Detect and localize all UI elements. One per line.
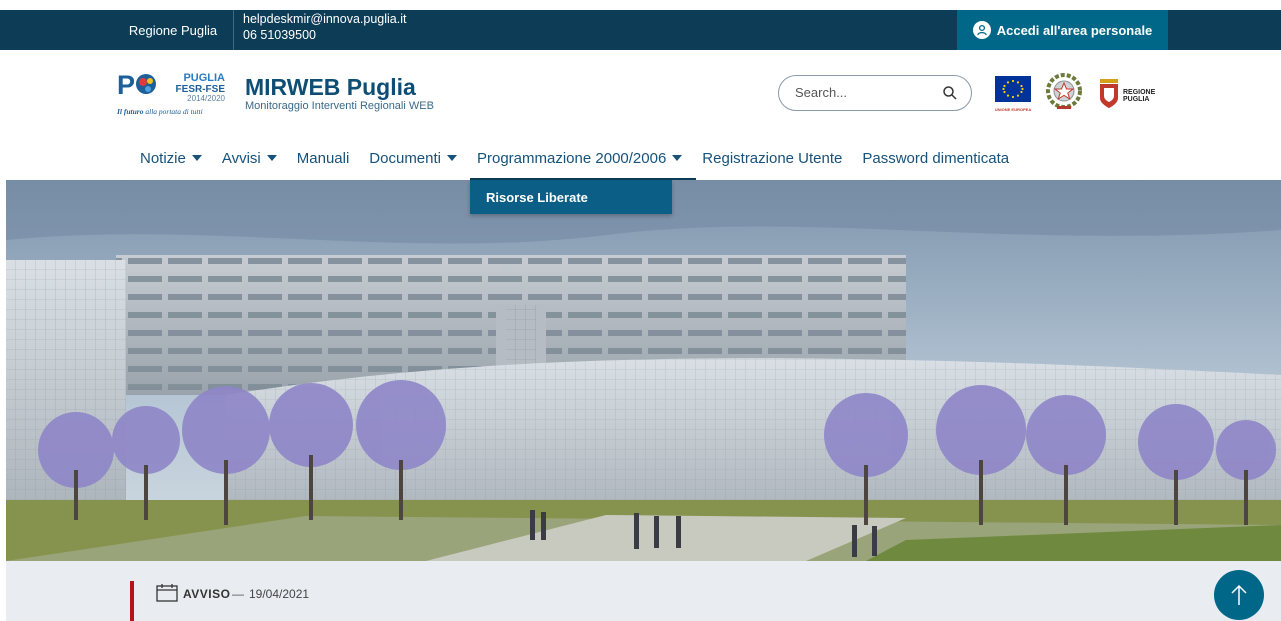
italian-republic-emblem[interactable]: [1045, 71, 1083, 113]
dropdown-item-risorse-liberate[interactable]: Risorse Liberate: [486, 190, 588, 205]
nav-item-label: Notizie: [140, 149, 186, 167]
site-subtitle: Monitoraggio Interventi Regionali WEB: [245, 100, 434, 112]
eu-flag-logo[interactable]: UNIONE EUROPEA: [992, 74, 1034, 114]
nav-item-label: Documenti: [369, 149, 441, 167]
notice-type: AVVISO: [183, 587, 231, 601]
caret-down-icon: [191, 155, 202, 161]
notice-separator: —: [232, 587, 244, 601]
nav-item-manuali[interactable]: Manuali: [297, 150, 350, 167]
logo-tagline: alla portata di tutti: [143, 107, 202, 116]
back-to-top-button[interactable]: [1214, 570, 1264, 620]
nav-item-label: Avvisi: [221, 149, 261, 167]
notice-item: AVVISO — 19/04/2021: [6, 561, 1281, 621]
logo-line1: PUGLIA: [183, 72, 225, 84]
region-logo-line2: PUGLIA: [1123, 96, 1149, 103]
caret-down-icon: [447, 155, 457, 161]
nav-item-label: Registrazione Utente: [702, 149, 843, 167]
logo-line3: 2014/2020: [187, 94, 225, 103]
search-box: [778, 75, 972, 111]
caret-down-icon: [672, 155, 683, 161]
caret-down-icon: [266, 155, 277, 161]
hero-building-image: [6, 180, 1281, 561]
login-button[interactable]: Accedi all'area personale: [957, 10, 1168, 50]
arrow-up-icon: [1231, 584, 1247, 605]
site-title[interactable]: MIRWEB Puglia: [245, 74, 416, 101]
notice-accent-bar: [130, 581, 134, 621]
nav-item-programmazione[interactable]: Programmazione 2000/2006: [477, 149, 683, 167]
search-icon[interactable]: [942, 85, 958, 101]
nav-item-label: Programmazione 2000/2006: [477, 149, 667, 167]
eu-label: UNIONE EUROPEA: [995, 107, 1032, 112]
contact-email[interactable]: helpdeskmir@innova.puglia.it: [243, 11, 406, 27]
user-icon: [972, 21, 991, 39]
nav-item-documenti[interactable]: Documenti: [369, 150, 457, 167]
topbar-divider: [233, 10, 234, 50]
contact-info: helpdeskmir@innova.puglia.it 06 51039500: [243, 11, 406, 43]
por-puglia-logo[interactable]: P PUGLIA FESR-FSE 2014/2020 Il futuro al…: [117, 70, 229, 118]
nav-item-label: Password dimenticata: [862, 149, 1010, 167]
nav-item-notizie[interactable]: Notizie: [140, 150, 202, 167]
nav-item-label: Manuali: [296, 149, 350, 167]
top-bar: Regione Puglia helpdeskmir@innova.puglia…: [0, 10, 1281, 50]
contact-phone: 06 51039500: [243, 28, 316, 42]
nav-item-avvisi[interactable]: Avvisi: [222, 150, 277, 167]
search-input[interactable]: [793, 84, 937, 101]
login-label: Accedi all'area personale: [996, 22, 1153, 38]
logo-mark: P: [117, 70, 135, 100]
calendar-icon: [156, 584, 178, 602]
svg-text:Il futuro alla portata di tutt: Il futuro alla portata di tutti: [117, 107, 203, 116]
logo-tagline-bold: Il futuro: [117, 107, 144, 116]
notice-date: 19/04/2021: [249, 587, 310, 601]
main-nav: Notizie Avvisi Manuali Documenti Program…: [140, 146, 1029, 170]
region-logo-line1: REGIONE: [1123, 89, 1156, 96]
programmazione-dropdown: Risorse Liberate: [470, 180, 672, 214]
nav-item-registrazione[interactable]: Registrazione Utente: [702, 150, 842, 167]
nav-item-password[interactable]: Password dimenticata: [862, 150, 1009, 167]
regione-puglia-logo[interactable]: REGIONE PUGLIA: [1098, 76, 1160, 112]
region-link[interactable]: Regione Puglia: [119, 10, 227, 50]
